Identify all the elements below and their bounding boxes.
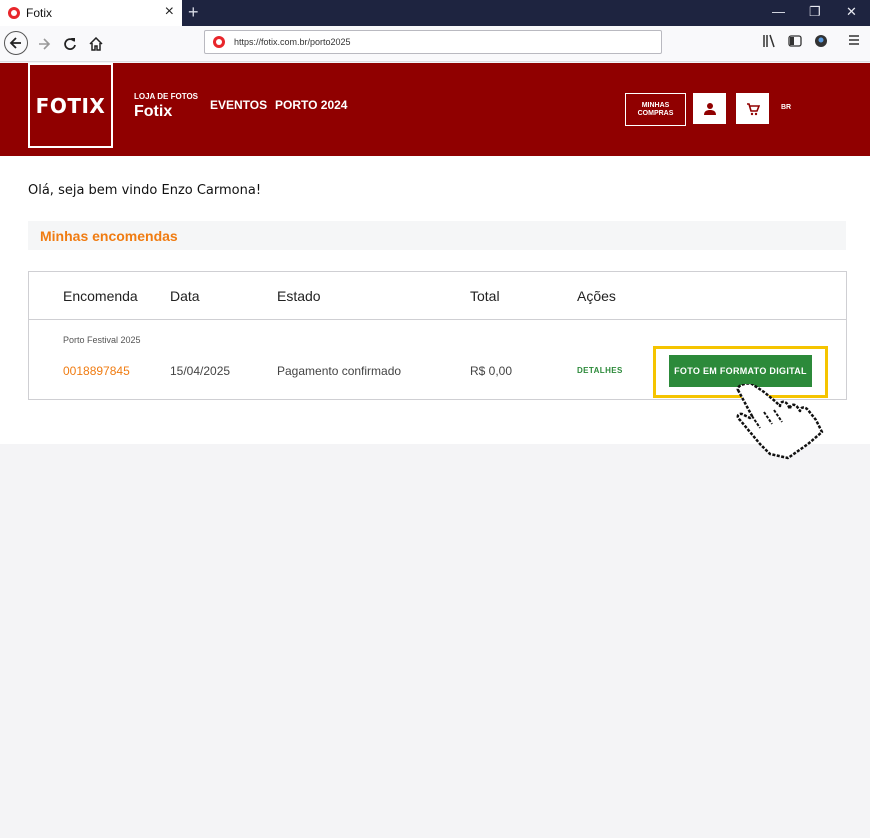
user-icon bbox=[703, 102, 716, 115]
header-estado: Estado bbox=[277, 288, 321, 304]
logo-text: FOTIX bbox=[35, 93, 106, 118]
url-bar[interactable]: https://fotix.com.br/porto2025 bbox=[204, 30, 662, 54]
library-icon[interactable] bbox=[762, 34, 776, 51]
site-identity-icon bbox=[213, 36, 225, 48]
order-date: 15/04/2025 bbox=[170, 364, 231, 378]
forward-icon[interactable] bbox=[32, 32, 56, 56]
restore-icon[interactable]: ❐ bbox=[809, 4, 821, 20]
language-selector[interactable]: BR bbox=[781, 104, 791, 111]
sidebar-icon[interactable] bbox=[788, 34, 802, 51]
close-tab-icon[interactable]: × bbox=[165, 4, 174, 20]
section-header: Minhas encomendas bbox=[28, 221, 846, 250]
store-subtitle: LOJA DE FOTOS bbox=[134, 92, 199, 101]
my-purchases-button[interactable]: MINHAS COMPRAS bbox=[625, 93, 686, 126]
new-tab-icon[interactable]: + bbox=[188, 2, 199, 22]
nav-porto-2024[interactable]: PORTO 2024 bbox=[275, 98, 347, 112]
table-header: Encomenda Data Estado Total Ações bbox=[29, 272, 846, 320]
details-link[interactable]: DETALHES bbox=[577, 366, 623, 375]
reload-icon[interactable] bbox=[58, 32, 82, 56]
tab-title: Fotix bbox=[26, 6, 53, 20]
browser-navbar: https://fotix.com.br/porto2025 bbox=[0, 26, 870, 62]
minimize-icon[interactable]: — bbox=[772, 4, 785, 20]
account-icon[interactable] bbox=[814, 34, 828, 51]
menu-icon[interactable] bbox=[848, 34, 860, 49]
event-name: Porto Festival 2025 bbox=[63, 335, 141, 345]
header-data: Data bbox=[170, 288, 200, 304]
order-status: Pagamento confirmado bbox=[277, 364, 402, 378]
digital-photo-button[interactable]: FOTO EM FORMATO DIGITAL bbox=[669, 355, 812, 387]
site-logo[interactable]: FOTIX bbox=[28, 63, 113, 148]
section-title: Minhas encomendas bbox=[40, 228, 178, 244]
my-purchases-label-line2: COMPRAS bbox=[637, 109, 674, 117]
home-icon[interactable] bbox=[84, 32, 108, 56]
nav-eventos[interactable]: EVENTOS bbox=[210, 98, 267, 112]
window-close-icon[interactable]: ✕ bbox=[846, 4, 857, 20]
header-acoes: Ações bbox=[577, 288, 616, 304]
header-total: Total bbox=[470, 288, 500, 304]
welcome-message: Olá, seja bem vindo Enzo Carmona! bbox=[28, 183, 262, 198]
order-number-link[interactable]: 0018897845 bbox=[63, 364, 130, 378]
site-favicon-icon bbox=[8, 7, 20, 19]
cart-icon bbox=[746, 102, 760, 115]
header-encomenda: Encomenda bbox=[63, 288, 138, 304]
store-name: Fotix bbox=[134, 103, 173, 120]
cart-button[interactable] bbox=[736, 93, 769, 124]
browser-titlebar: Fotix × + — ❐ ✕ bbox=[0, 0, 870, 26]
site-header: FOTIX LOJA DE FOTOS Fotix EVENTOS PORTO … bbox=[0, 63, 870, 156]
order-total: R$ 0,00 bbox=[470, 364, 513, 378]
browser-tab[interactable]: Fotix × bbox=[0, 0, 182, 26]
orders-table: Encomenda Data Estado Total Ações Porto … bbox=[28, 271, 847, 400]
back-icon[interactable] bbox=[4, 31, 28, 55]
hand-pointer-icon bbox=[736, 384, 824, 460]
user-button[interactable] bbox=[693, 93, 726, 124]
url-text: https://fotix.com.br/porto2025 bbox=[234, 37, 351, 47]
my-purchases-label-line1: MINHAS bbox=[641, 101, 670, 109]
